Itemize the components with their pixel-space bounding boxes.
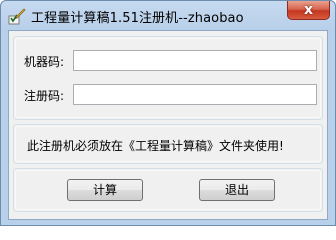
close-icon: x — [303, 2, 314, 18]
machine-code-field[interactable] — [73, 50, 317, 71]
window-title: 工程量计算稿1.51注册机--zhaobao — [31, 11, 244, 26]
register-code-label: 注册码: — [24, 89, 65, 103]
register-code-field[interactable] — [73, 84, 317, 105]
machine-code-label: 机器码: — [24, 55, 65, 69]
calculate-button[interactable]: 计算 — [67, 179, 143, 201]
pencil-check-icon — [8, 7, 26, 25]
keygen-window: 工程量计算稿1.51注册机--zhaobao x 机器码: 注册码: 此注册机必… — [0, 0, 336, 226]
close-button[interactable]: x — [287, 1, 330, 20]
button-group — [13, 168, 323, 212]
exit-button[interactable]: 退出 — [199, 179, 275, 201]
input-group — [13, 36, 323, 120]
client-area: 机器码: 注册码: 此注册机必须放在《工程量计算稿》文件夹使用! 计算 退出 — [8, 30, 328, 220]
title-bar[interactable]: 工程量计算稿1.51注册机--zhaobao x — [1, 1, 335, 29]
notice-text: 此注册机必须放在《工程量计算稿》文件夹使用! — [27, 139, 284, 153]
